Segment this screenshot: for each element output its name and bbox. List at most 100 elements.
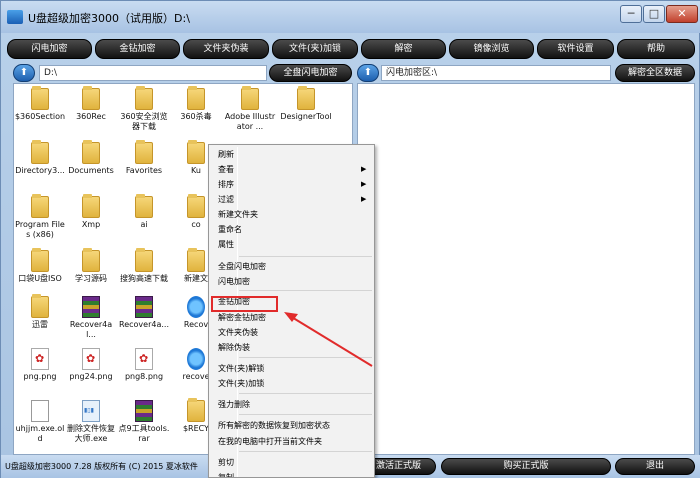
menu-item[interactable]: 在我的电脑中打开当前文件夹 bbox=[218, 436, 322, 447]
file-item[interactable]: Program Files (x86) bbox=[14, 194, 66, 240]
file-item[interactable]: 删除文件恢复大师.exe bbox=[65, 398, 117, 444]
folder-icon bbox=[135, 248, 153, 272]
menu-item[interactable]: 强力删除 bbox=[218, 399, 250, 410]
folder-icon bbox=[82, 86, 100, 110]
folder-disguise-button[interactable]: 文件夹伪装 bbox=[183, 39, 269, 59]
file-item[interactable]: 迅雷 bbox=[14, 294, 66, 340]
file-name: 搜狗高速下载 bbox=[120, 274, 168, 283]
menu-separator bbox=[239, 256, 372, 257]
file-item[interactable]: 学习源码 bbox=[65, 248, 117, 294]
file-item[interactable]: Recover4a... bbox=[118, 294, 170, 340]
menu-item[interactable]: 过滤 bbox=[218, 194, 234, 205]
file-item[interactable]: Documents bbox=[65, 140, 117, 186]
folder-icon bbox=[31, 294, 49, 318]
path-row: ⬆ D:\ 全盘闪电加密 ⬆ 闪电加密区:\ 解密全区数据 bbox=[1, 63, 700, 83]
file-item[interactable]: 360安全浏览器下载 bbox=[118, 86, 170, 132]
file-name: 删除文件恢复大师.exe bbox=[67, 424, 115, 443]
file-item[interactable]: png.png bbox=[14, 346, 66, 392]
settings-button[interactable]: 软件设置 bbox=[537, 39, 614, 59]
title-bar[interactable]: U盘超级加密3000（试用版）D:\ ─ □ ✕ bbox=[1, 1, 700, 33]
file-item[interactable]: Favorites bbox=[118, 140, 170, 186]
bluecirc-icon bbox=[187, 296, 205, 318]
file-item[interactable]: ai bbox=[118, 194, 170, 240]
right-file-pane[interactable] bbox=[357, 83, 695, 455]
flash-encrypt-button[interactable]: 闪电加密 bbox=[7, 39, 92, 59]
folder-icon bbox=[135, 86, 153, 110]
right-path-field[interactable]: 闪电加密区:\ bbox=[381, 65, 611, 81]
file-name: uhjjm.exe.old bbox=[15, 424, 65, 443]
folder-icon bbox=[241, 86, 259, 110]
close-button[interactable]: ✕ bbox=[666, 5, 698, 23]
file-item[interactable]: $360Section bbox=[14, 86, 66, 132]
decrypt-all-data-button[interactable]: 解密全区数据 bbox=[615, 64, 695, 82]
doc-icon bbox=[31, 400, 49, 422]
left-path-field[interactable]: D:\ bbox=[39, 65, 267, 81]
menu-item[interactable]: 解密金钻加密 bbox=[218, 312, 266, 323]
file-item[interactable]: 搜狗高速下载 bbox=[118, 248, 170, 294]
folder-icon bbox=[31, 248, 49, 272]
file-name: Program Files (x86) bbox=[15, 220, 65, 239]
menu-item[interactable]: 排序 bbox=[218, 179, 234, 190]
menu-item[interactable]: 文件(夹)解锁 bbox=[218, 363, 264, 374]
full-disk-flash-encrypt-button[interactable]: 全盘闪电加密 bbox=[269, 64, 352, 82]
file-name: 迅雷 bbox=[32, 320, 48, 329]
file-item[interactable]: DesignerTool bbox=[280, 86, 332, 132]
main-toolbar: 闪电加密 金钻加密 文件夹伪装 文件(夹)加锁 解密 镜像浏览 软件设置 帮助 bbox=[7, 39, 695, 59]
menu-item[interactable]: 查看 bbox=[218, 164, 234, 175]
menu-item[interactable]: 文件夹伪装 bbox=[218, 327, 258, 338]
folder-icon bbox=[297, 86, 315, 110]
menu-item[interactable]: 新建文件夹 bbox=[218, 209, 258, 220]
file-item[interactable]: uhjjm.exe.old bbox=[14, 398, 66, 444]
menu-item[interactable]: 刷新 bbox=[218, 149, 234, 160]
menu-separator bbox=[239, 414, 372, 415]
maximize-button[interactable]: □ bbox=[643, 5, 665, 23]
menu-separator bbox=[239, 451, 372, 452]
folder-icon bbox=[82, 248, 100, 272]
file-name: ai bbox=[140, 220, 148, 229]
help-button[interactable]: 帮助 bbox=[617, 39, 695, 59]
left-up-arrow-icon[interactable]: ⬆ bbox=[13, 64, 35, 82]
file-name: 点9工具tools.rar bbox=[118, 424, 170, 443]
file-item[interactable]: png8.png bbox=[118, 346, 170, 392]
app-icon bbox=[7, 10, 23, 24]
folder-icon bbox=[135, 194, 153, 218]
file-name: $360Section bbox=[14, 112, 66, 121]
decrypt-button[interactable]: 解密 bbox=[361, 39, 446, 59]
menu-item[interactable]: 所有解密的数据恢复到加密状态 bbox=[218, 420, 330, 431]
file-item[interactable]: 360杀毒 bbox=[170, 86, 222, 132]
buy-button[interactable]: 购买正式版 bbox=[441, 458, 611, 475]
file-name: png24.png bbox=[69, 372, 113, 381]
file-item[interactable]: 点9工具tools.rar bbox=[118, 398, 170, 444]
menu-item[interactable]: 文件(夹)加锁 bbox=[218, 378, 264, 389]
mirror-browse-button[interactable]: 镜像浏览 bbox=[449, 39, 534, 59]
minimize-button[interactable]: ─ bbox=[620, 5, 642, 23]
file-name: Directory3... bbox=[15, 166, 65, 175]
folder-icon bbox=[187, 140, 205, 164]
menu-item[interactable]: 属性 bbox=[218, 239, 234, 250]
menu-item[interactable]: 剪切 bbox=[218, 457, 234, 468]
file-item[interactable]: Directory3... bbox=[14, 140, 66, 186]
file-item[interactable]: Recover4al... bbox=[65, 294, 117, 340]
diamond-encrypt-button[interactable]: 金钻加密 bbox=[95, 39, 180, 59]
file-item[interactable]: Adobe Illustrator ... bbox=[224, 86, 276, 132]
file-name: png.png bbox=[23, 372, 57, 381]
menu-item[interactable]: 重命名 bbox=[218, 224, 242, 235]
menu-item[interactable]: 全盘闪电加密 bbox=[218, 261, 266, 272]
file-item[interactable]: 口袋U盘ISO bbox=[14, 248, 66, 294]
bluecirc-icon bbox=[187, 348, 205, 370]
file-item[interactable]: png24.png bbox=[65, 346, 117, 392]
lock-file-button[interactable]: 文件(夹)加锁 bbox=[272, 39, 358, 59]
folder-icon bbox=[31, 140, 49, 164]
folder-icon bbox=[187, 248, 205, 272]
file-item[interactable]: 360Rec bbox=[65, 86, 117, 132]
file-item[interactable]: Xmp bbox=[65, 194, 117, 240]
file-name: Documents bbox=[68, 166, 114, 175]
exit-button[interactable]: 退出 bbox=[615, 458, 695, 475]
archive-icon bbox=[82, 296, 100, 318]
submenu-arrow-icon: ▶ bbox=[361, 195, 367, 203]
right-up-arrow-icon[interactable]: ⬆ bbox=[357, 64, 379, 82]
menu-item[interactable]: 解除伪装 bbox=[218, 342, 250, 353]
file-name: DesignerTool bbox=[280, 112, 332, 121]
menu-item[interactable]: 闪电加密 bbox=[218, 276, 250, 287]
menu-item[interactable]: 复制 bbox=[218, 472, 234, 477]
